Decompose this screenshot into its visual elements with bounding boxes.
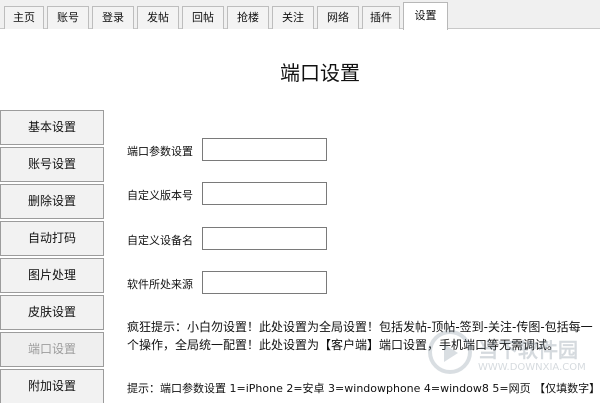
top-tab-strip: 主页 账号 登录 发帖 回帖 抢楼 关注 网络 插件 设置	[0, 0, 600, 30]
tab-home[interactable]: 主页	[4, 6, 44, 29]
tab-post[interactable]: 发帖	[137, 6, 179, 29]
custom-device-input[interactable]	[202, 227, 327, 250]
tab-reply[interactable]: 回帖	[182, 6, 224, 29]
software-source-label: 软件所处来源	[127, 278, 193, 291]
watermark: 当下软件园 WWW.DOWNXIA.COM	[428, 322, 596, 392]
custom-version-label: 自定义版本号	[127, 189, 193, 202]
play-logo-icon	[428, 330, 472, 374]
sidebar-item-skin[interactable]: 皮肤设置	[0, 295, 104, 330]
custom-device-label: 自定义设备名	[127, 234, 193, 247]
tab-account[interactable]: 账号	[47, 6, 89, 29]
tab-login[interactable]: 登录	[92, 6, 134, 29]
port-param-input[interactable]	[202, 138, 327, 161]
port-param-label: 端口参数设置	[127, 145, 193, 158]
software-source-input[interactable]	[202, 271, 327, 294]
sidebar-item-port: 端口设置	[0, 332, 104, 367]
page-title: 端口设置	[280, 61, 360, 85]
watermark-title: 当下软件园	[478, 338, 578, 362]
tab-grab-floor[interactable]: 抢楼	[227, 6, 269, 29]
sidebar-item-delete[interactable]: 删除设置	[0, 184, 104, 219]
sidebar-item-extra[interactable]: 附加设置	[0, 369, 104, 403]
sidebar-item-auto-captcha[interactable]: 自动打码	[0, 221, 104, 256]
sidebar-item-image[interactable]: 图片处理	[0, 258, 104, 293]
tab-follow[interactable]: 关注	[272, 6, 314, 29]
sidebar-item-account[interactable]: 账号设置	[0, 147, 104, 182]
sidebar-item-basic[interactable]: 基本设置	[0, 110, 104, 145]
tab-network[interactable]: 网络	[317, 6, 359, 29]
custom-version-input[interactable]	[202, 182, 327, 205]
watermark-subtitle: WWW.DOWNXIA.COM	[478, 362, 586, 373]
tab-plugins[interactable]: 插件	[362, 6, 400, 29]
tab-settings[interactable]: 设置	[403, 2, 448, 30]
